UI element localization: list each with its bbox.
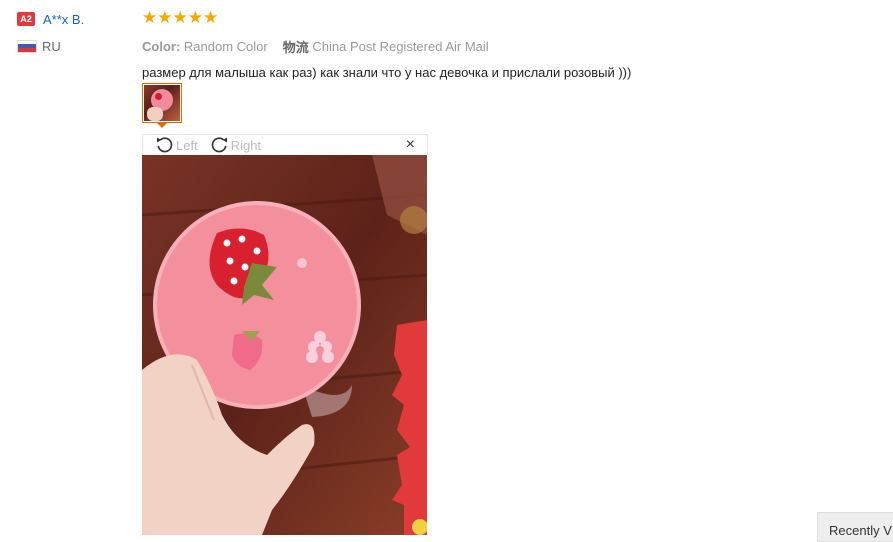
thumbnail-pointer bbox=[156, 122, 168, 128]
recently-viewed-tab[interactable]: Recently V bbox=[817, 512, 893, 542]
rotate-right-label: Right bbox=[230, 137, 262, 153]
order-meta: Color: Random Color 物流 China Post Regist… bbox=[142, 37, 631, 56]
rotate-left-icon bbox=[157, 137, 173, 153]
review-body: ★ ★ ★ ★ ★ Color: Random Color 物流 China Post … bbox=[142, 8, 632, 81]
shipping-value: China Post Registered Air Mail bbox=[312, 39, 489, 54]
photo-image bbox=[142, 155, 427, 535]
review-text: размер для малыша как раз) как знали что… bbox=[142, 65, 632, 80]
rotate-left-label: Left bbox=[176, 137, 198, 153]
russia-flag-icon bbox=[17, 39, 37, 53]
buyer-level-badge: A2 bbox=[17, 12, 35, 26]
country-code: RU bbox=[42, 38, 61, 54]
star-icon: ★ bbox=[157, 8, 173, 27]
rotate-right-icon bbox=[211, 137, 227, 153]
reviewer-country: RU bbox=[17, 38, 84, 54]
star-icon: ★ bbox=[187, 8, 203, 27]
photo-viewer: Left Right × bbox=[142, 134, 428, 536]
color-label: Color: bbox=[142, 39, 181, 54]
star-rating: ★ ★ ★ ★ ★ bbox=[142, 8, 631, 28]
close-viewer-button[interactable]: × bbox=[406, 137, 415, 153]
star-icon: ★ bbox=[142, 8, 158, 27]
thumbnail-image bbox=[144, 85, 180, 121]
rotate-left-button[interactable]: Left bbox=[154, 135, 198, 155]
star-icon: ★ bbox=[203, 8, 219, 27]
rotate-right-button[interactable]: Right bbox=[209, 135, 261, 155]
color-value: Random Color bbox=[183, 39, 268, 54]
reviewer-info: A2 A**x B. RU bbox=[17, 10, 84, 54]
reviewer-name[interactable]: A**x B. bbox=[43, 12, 84, 27]
shipping-label: 物流 bbox=[282, 40, 309, 55]
reviewer-row: A2 A**x B. bbox=[17, 10, 84, 28]
review-photo-large bbox=[142, 155, 427, 535]
star-icon: ★ bbox=[172, 8, 188, 27]
review-photo-thumbnail[interactable] bbox=[142, 83, 182, 123]
viewer-toolbar: Left Right × bbox=[142, 134, 428, 155]
